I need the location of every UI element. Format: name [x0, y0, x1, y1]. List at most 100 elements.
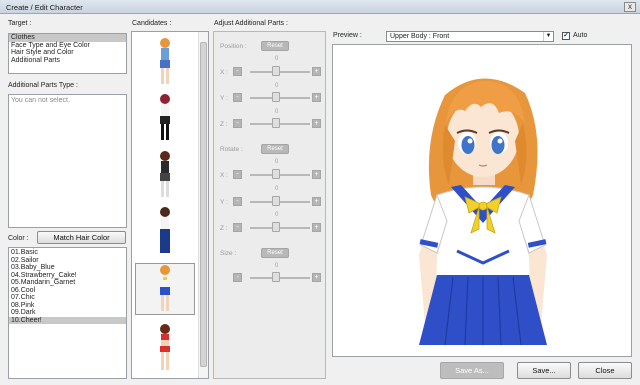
rotate-y-value: 0: [275, 186, 279, 192]
rotate-y-minus-button[interactable]: -: [233, 197, 242, 206]
save-button[interactable]: Save...: [517, 362, 571, 379]
rotate-z-label: Z :: [220, 225, 228, 232]
window-close-button[interactable]: x: [624, 2, 636, 12]
candidates-scroll-thumb[interactable]: [200, 42, 207, 367]
size-value: 0: [275, 263, 279, 269]
window-title: Create / Edit Character: [6, 3, 83, 12]
position-y-plus-button[interactable]: +: [312, 93, 321, 102]
color-item-selected[interactable]: 10.Cheer!: [9, 316, 126, 324]
preview-label: Preview :: [333, 32, 362, 39]
outfit-thumbnail: [160, 207, 170, 253]
save-as-button[interactable]: Save As...: [440, 362, 504, 379]
color-item[interactable]: 06.Cool: [9, 287, 126, 295]
candidate-outfit-5-selected[interactable]: [135, 263, 195, 315]
rotate-z-minus-button[interactable]: -: [233, 223, 242, 232]
color-item[interactable]: 05.Mandarin_Garnet: [9, 279, 126, 287]
position-z-slider-handle[interactable]: [272, 118, 280, 128]
auto-checkbox[interactable]: ✓: [562, 32, 570, 40]
additional-parts-list[interactable]: You can not select.: [8, 94, 127, 228]
rotate-z-plus-button[interactable]: +: [312, 223, 321, 232]
size-slider-handle[interactable]: [272, 272, 280, 282]
title-bar: Create / Edit Character x: [0, 0, 640, 14]
additional-parts-message: You can not select.: [11, 97, 70, 104]
close-button[interactable]: Close: [578, 362, 632, 379]
candidate-outfit-1[interactable]: [135, 36, 195, 88]
position-z-minus-button[interactable]: -: [233, 119, 242, 128]
rotate-x-slider[interactable]: [250, 174, 310, 176]
color-item[interactable]: 07.Chic: [9, 294, 126, 302]
target-list[interactable]: Clothes Face Type and Eye Color Hair Sty…: [8, 33, 127, 74]
rotate-x-plus-button[interactable]: +: [312, 170, 321, 179]
position-x-label: X :: [220, 69, 228, 76]
character-preview[interactable]: [332, 44, 632, 357]
color-label: Color :: [8, 235, 29, 242]
rotate-y-slider[interactable]: [250, 201, 310, 203]
color-item[interactable]: 01.Basic: [9, 249, 126, 257]
color-item[interactable]: 04.Strawberry_Cake!: [9, 272, 126, 280]
color-list[interactable]: 01.Basic 02.Sailor 03.Baby_Blue 04.Straw…: [8, 247, 127, 379]
target-item-face[interactable]: Face Type and Eye Color: [9, 42, 126, 50]
rotate-x-label: X :: [220, 172, 228, 179]
size-plus-button[interactable]: +: [312, 273, 321, 282]
outfit-thumbnail: [160, 324, 170, 370]
outfit-thumbnail: [160, 265, 170, 311]
position-z-label: Z :: [220, 121, 228, 128]
character-render: [419, 78, 547, 346]
position-y-slider[interactable]: [250, 97, 310, 99]
position-label: Position :: [220, 43, 247, 50]
color-item[interactable]: 09.Dark: [9, 309, 126, 317]
rotate-x-value: 0: [275, 159, 279, 165]
outfit-thumbnail: [160, 151, 170, 197]
color-item[interactable]: 08.Pink: [9, 302, 126, 310]
rotate-label: Rotate :: [220, 146, 243, 153]
size-label: Size :: [220, 250, 237, 257]
rotate-z-slider-handle[interactable]: [272, 222, 280, 232]
target-item-additional[interactable]: Additional Parts: [9, 57, 126, 65]
rotate-z-value: 0: [275, 212, 279, 218]
candidates-scrollbar[interactable]: [198, 32, 208, 378]
size-minus-button[interactable]: -: [233, 273, 242, 282]
rotate-y-slider-handle[interactable]: [272, 196, 280, 206]
color-item[interactable]: 02.Sailor: [9, 257, 126, 265]
color-item[interactable]: 03.Baby_Blue: [9, 264, 126, 272]
rotate-y-plus-button[interactable]: +: [312, 197, 321, 206]
target-item-hair[interactable]: Hair Style and Color: [9, 49, 126, 57]
candidate-outfit-2[interactable]: [135, 92, 195, 144]
candidate-outfit-3[interactable]: [135, 149, 195, 201]
position-z-plus-button[interactable]: +: [312, 119, 321, 128]
chevron-down-icon[interactable]: ▼: [543, 32, 553, 41]
candidate-outfit-4[interactable]: [135, 205, 195, 257]
match-hair-color-button[interactable]: Match Hair Color: [37, 231, 126, 244]
position-x-plus-button[interactable]: +: [312, 67, 321, 76]
size-reset-button[interactable]: Reset: [261, 248, 289, 258]
outfit-thumbnail: [160, 94, 170, 140]
rotate-x-slider-handle[interactable]: [272, 169, 280, 179]
position-y-minus-button[interactable]: -: [233, 93, 242, 102]
position-z-value: 0: [275, 109, 279, 115]
position-y-slider-handle[interactable]: [272, 92, 280, 102]
adjust-panel: Position : Reset X : 0 - + Y : 0 - + Z :…: [213, 31, 326, 379]
candidates-list[interactable]: [131, 31, 209, 379]
position-z-slider[interactable]: [250, 123, 310, 125]
adjust-label: Adjust Additional Parts :: [214, 20, 288, 27]
preview-view-value: Upper Body : Front: [390, 33, 450, 40]
rotate-x-minus-button[interactable]: -: [233, 170, 242, 179]
rotate-reset-button[interactable]: Reset: [261, 144, 289, 154]
size-slider[interactable]: [250, 277, 310, 279]
position-x-slider-handle[interactable]: [272, 66, 280, 76]
position-reset-button[interactable]: Reset: [261, 41, 289, 51]
auto-label: Auto: [573, 32, 588, 39]
candidate-outfit-6[interactable]: [135, 322, 195, 374]
position-y-value: 0: [275, 83, 279, 89]
rotate-y-label: Y :: [220, 199, 228, 206]
target-item-clothes[interactable]: Clothes: [9, 34, 126, 42]
position-x-minus-button[interactable]: -: [233, 67, 242, 76]
position-y-label: Y :: [220, 95, 228, 102]
outfit-thumbnail: [160, 38, 170, 84]
position-x-slider[interactable]: [250, 71, 310, 73]
rotate-z-slider[interactable]: [250, 227, 310, 229]
target-label: Target :: [8, 20, 32, 27]
preview-view-select[interactable]: Upper Body : Front ▼: [386, 31, 554, 42]
position-x-value: 0: [275, 56, 279, 62]
additional-parts-label: Additional Parts Type :: [8, 82, 78, 89]
